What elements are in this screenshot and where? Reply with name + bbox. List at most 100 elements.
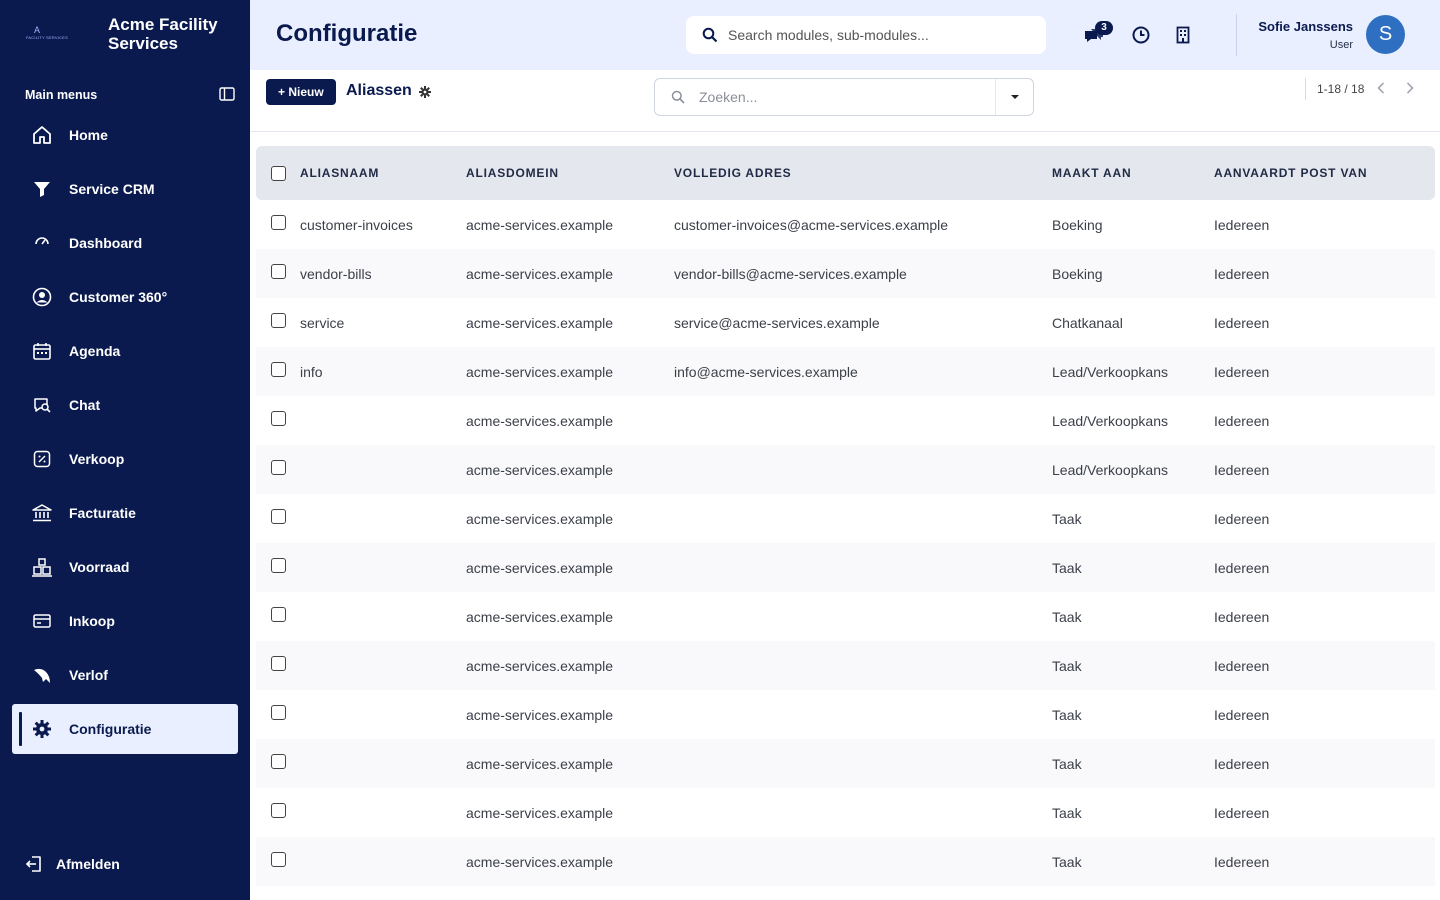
pager-prev-chevron-left-icon[interactable] xyxy=(1373,80,1389,96)
clock-icon[interactable] xyxy=(1130,24,1152,46)
row-checkbox[interactable] xyxy=(271,607,286,623)
brand-name: Acme Facility Services xyxy=(108,15,218,53)
alias-name-cell xyxy=(300,494,466,543)
row-checkbox[interactable] xyxy=(271,852,286,868)
row-checkbox[interactable] xyxy=(271,215,286,231)
alias-domain-cell: acme-services.example xyxy=(466,608,614,625)
table-row[interactable]: vendor-bills acme-services.example vendor-… xyxy=(256,249,1435,298)
full-address-cell xyxy=(674,788,1052,837)
table-row[interactable]: customer-invoices acme-services.example cu… xyxy=(256,200,1435,249)
alias-name-cell xyxy=(300,396,466,445)
card-icon xyxy=(31,610,53,632)
sidebar-item-verkoop[interactable]: Verkoop xyxy=(12,434,238,484)
row-checkbox[interactable] xyxy=(271,411,286,427)
aliases-table: ALIASNAAM ALIASDOMEIN VOLLEDIG ADRES MAA… xyxy=(256,146,1435,886)
creates-cell: Chatkanaal xyxy=(1052,314,1123,331)
select-all-checkbox[interactable] xyxy=(271,165,286,181)
row-checkbox[interactable] xyxy=(271,509,286,525)
column-header[interactable]: ALIASNAAM xyxy=(300,146,466,200)
sidebar-item-label: Service CRM xyxy=(69,181,155,197)
sidebar-item-chat[interactable]: Chat xyxy=(12,380,238,430)
table-row[interactable]: acme-services.example Taak Iedereen xyxy=(256,592,1435,641)
alias-domain-cell: acme-services.example xyxy=(466,853,614,870)
row-checkbox[interactable] xyxy=(271,264,286,280)
logout-button[interactable]: Afmelden xyxy=(24,853,120,875)
row-checkbox[interactable] xyxy=(271,313,286,329)
actions-gear-icon[interactable] xyxy=(418,85,432,99)
alias-name-cell: vendor-bills xyxy=(300,265,372,282)
list-search[interactable] xyxy=(654,78,1034,116)
accepts-from-cell: Iedereen xyxy=(1214,265,1270,282)
user-role: User xyxy=(1329,39,1353,51)
sidebar-item-verlof[interactable]: Verlof xyxy=(12,650,238,700)
creates-cell: Boeking xyxy=(1052,216,1103,233)
full-address-cell xyxy=(674,837,1052,886)
alias-name-cell xyxy=(300,837,466,886)
alias-name-cell xyxy=(300,641,466,690)
alias-domain-cell: acme-services.example xyxy=(466,216,614,233)
full-address-cell: service@acme-services.example xyxy=(674,314,880,331)
table-row[interactable]: acme-services.example Taak Iedereen xyxy=(256,543,1435,592)
table-row[interactable]: acme-services.example Taak Iedereen xyxy=(256,641,1435,690)
global-search-input[interactable] xyxy=(728,27,1028,43)
sidebar-item-voorraad[interactable]: Voorraad xyxy=(12,542,238,592)
sidebar-item-inkoop[interactable]: Inkoop xyxy=(12,596,238,646)
row-checkbox[interactable] xyxy=(271,460,286,476)
row-select-cell xyxy=(256,396,300,445)
brand-logo[interactable]: A FACILITY SERVICES xyxy=(26,26,74,48)
avatar[interactable]: S xyxy=(1366,15,1405,54)
sidebar-collapse-icon[interactable] xyxy=(219,87,235,101)
top-header: Configuratie 3 Sofie Janssens User S xyxy=(250,0,1440,70)
table-row[interactable]: acme-services.example Taak Iedereen xyxy=(256,690,1435,739)
row-checkbox[interactable] xyxy=(271,362,286,378)
pager-next-chevron-right-icon[interactable] xyxy=(1402,80,1418,96)
table-row[interactable]: acme-services.example Taak Iedereen xyxy=(256,494,1435,543)
sidebar-item-configuratie[interactable]: Configuratie xyxy=(12,704,238,754)
gauge-icon xyxy=(31,232,53,254)
new-button[interactable]: + Nieuw xyxy=(266,79,336,105)
sidebar-item-facturatie[interactable]: Facturatie xyxy=(12,488,238,538)
full-address-cell xyxy=(674,690,1052,739)
chat-notifications-icon[interactable]: 3 xyxy=(1083,21,1113,46)
sidebar-item-agenda[interactable]: Agenda xyxy=(12,326,238,376)
alias-domain-cell: acme-services.example xyxy=(466,706,614,723)
global-search[interactable] xyxy=(686,16,1046,54)
pager-value[interactable]: 1-18 / 18 xyxy=(1317,82,1364,96)
row-checkbox[interactable] xyxy=(271,656,286,672)
column-header[interactable]: AANVAARDT POST VAN xyxy=(1214,146,1435,200)
search-options-chevron-down-icon[interactable] xyxy=(996,79,1033,115)
building-icon[interactable] xyxy=(1172,24,1194,46)
sidebar: A FACILITY SERVICES Acme Facility Servic… xyxy=(0,0,250,900)
creates-cell: Lead/Verkoopkans xyxy=(1052,363,1168,380)
accepts-from-cell: Iedereen xyxy=(1214,804,1270,821)
row-select-cell xyxy=(256,249,300,298)
sidebar-item-label: Home xyxy=(69,127,108,143)
list-controls: + Nieuw Aliassen 1-18 / 18 xyxy=(250,70,1440,132)
column-header[interactable]: ALIASDOMEIN xyxy=(466,146,674,200)
column-header[interactable]: MAAKT AAN xyxy=(1052,146,1214,200)
table-row[interactable]: acme-services.example Lead/Verkoopkans Ied… xyxy=(256,445,1435,494)
alias-domain-cell: acme-services.example xyxy=(466,461,614,478)
search-icon xyxy=(702,27,718,43)
sidebar-item-service-crm[interactable]: Service CRM xyxy=(12,164,238,214)
table-row[interactable]: service acme-services.example service@acme… xyxy=(256,298,1435,347)
pager-divider xyxy=(1305,78,1306,100)
list-search-input[interactable] xyxy=(699,89,979,105)
table-row[interactable]: acme-services.example Taak Iedereen xyxy=(256,788,1435,837)
table-row[interactable]: acme-services.example Taak Iedereen xyxy=(256,837,1435,886)
table-row[interactable]: info acme-services.example info@acme-servi… xyxy=(256,347,1435,396)
sidebar-item-dashboard[interactable]: Dashboard xyxy=(12,218,238,268)
sidebar-item-customer-360[interactable]: Customer 360° xyxy=(12,272,238,322)
accepts-from-cell: Iedereen xyxy=(1214,314,1270,331)
chat-search-icon xyxy=(31,394,53,416)
column-header[interactable]: VOLLEDIG ADRES xyxy=(674,146,1052,200)
calendar-icon xyxy=(31,340,53,362)
sidebar-item-home[interactable]: Home xyxy=(12,110,238,160)
row-checkbox[interactable] xyxy=(271,705,286,721)
table-row[interactable]: acme-services.example Lead/Verkoopkans Ied… xyxy=(256,396,1435,445)
row-checkbox[interactable] xyxy=(271,754,286,770)
row-checkbox[interactable] xyxy=(271,803,286,819)
table-row[interactable]: acme-services.example Taak Iedereen xyxy=(256,739,1435,788)
row-select-cell xyxy=(256,739,300,788)
row-checkbox[interactable] xyxy=(271,558,286,574)
